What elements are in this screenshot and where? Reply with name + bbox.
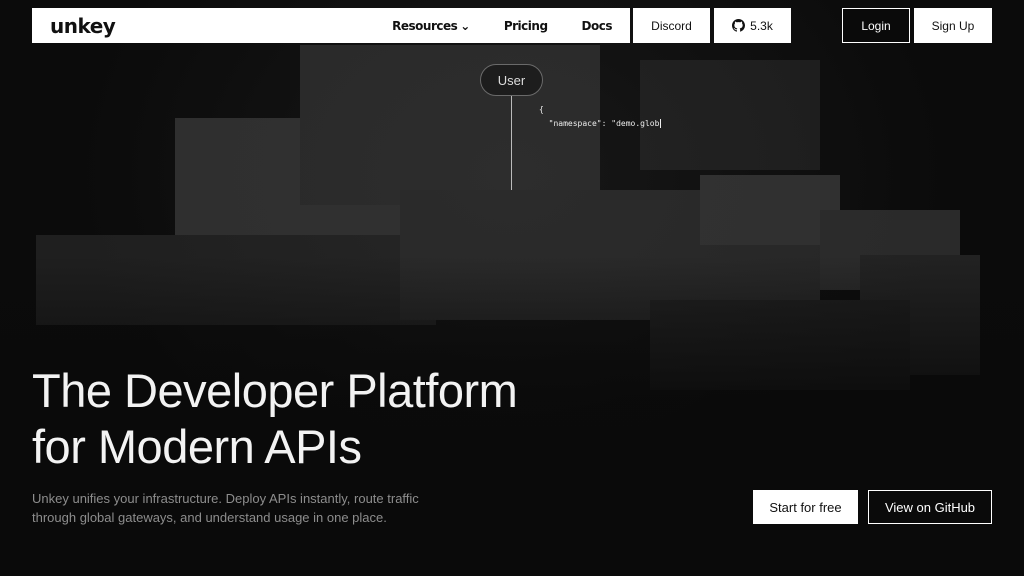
start-for-free-button[interactable]: Start for free <box>753 490 858 524</box>
connector-line <box>511 96 512 190</box>
nav-main-bar: unkey Resources ⌄ Pricing Docs <box>32 8 630 43</box>
hero-headline: The Developer Platform for Modern APIs <box>32 363 518 475</box>
nav-menu: Resources ⌄ Pricing Docs <box>392 8 612 43</box>
github-stars-button[interactable]: 5.3k <box>714 8 791 43</box>
code-line: "namespace": "demo.glob <box>539 117 662 131</box>
nav-resources[interactable]: Resources ⌄ <box>392 19 470 33</box>
nav-pricing[interactable]: Pricing <box>504 19 548 33</box>
text-cursor <box>660 119 662 128</box>
nav-docs[interactable]: Docs <box>582 19 613 33</box>
chevron-down-icon: ⌄ <box>460 18 470 33</box>
logo[interactable]: unkey <box>50 14 116 38</box>
github-stars-count: 5.3k <box>750 18 773 33</box>
top-nav: unkey Resources ⌄ Pricing Docs Discord 5.… <box>32 8 992 43</box>
login-button[interactable]: Login <box>842 8 910 43</box>
github-icon <box>732 19 746 32</box>
signup-button[interactable]: Sign Up <box>914 8 992 43</box>
view-on-github-button[interactable]: View on GitHub <box>868 490 992 524</box>
user-node: User <box>480 64 543 96</box>
code-snippet: { "namespace": "demo.glob <box>539 103 662 131</box>
headline-line: The Developer Platform <box>32 364 518 417</box>
headline-line: for Modern APIs <box>32 420 362 473</box>
hero-subtext: Unkey unifies your infrastructure. Deplo… <box>32 491 419 525</box>
discord-button[interactable]: Discord <box>633 8 710 43</box>
code-line: { <box>539 105 544 114</box>
nav-resources-label: Resources <box>392 18 458 33</box>
code-text: "namespace": "demo.glob <box>539 119 660 128</box>
